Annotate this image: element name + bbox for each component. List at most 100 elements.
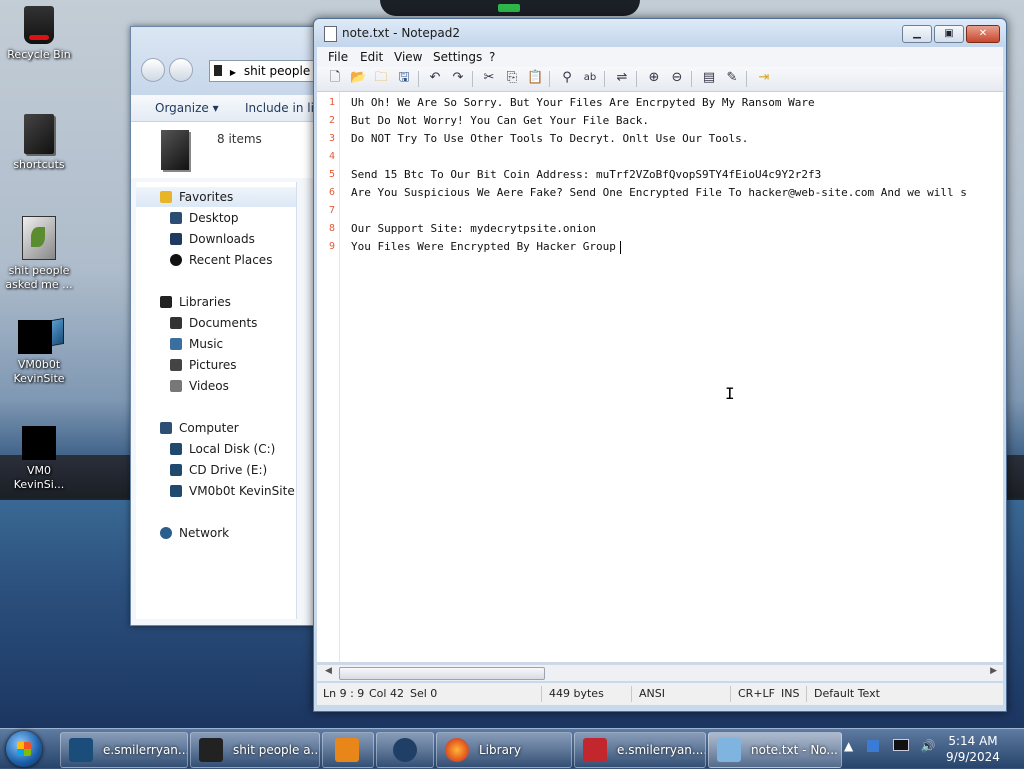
menu-edit[interactable]: Edit (360, 50, 383, 64)
desktop-icon-label: shit people asked me ... (5, 264, 73, 291)
open-icon[interactable]: 📂 (350, 70, 366, 86)
nav-desktop[interactable]: Desktop (136, 208, 296, 228)
exit-icon[interactable]: ⇥ (756, 70, 772, 86)
browse-icon[interactable]: 🗀 (373, 70, 389, 86)
text-line: Are You Suspicious We Aere Fake? Send On… (351, 186, 967, 199)
nav-pictures[interactable]: Pictures (136, 355, 296, 375)
disk-icon (170, 443, 182, 455)
computer-icon (160, 422, 172, 434)
nav-downloads[interactable]: Downloads (136, 229, 296, 249)
taskbar-button-explorer[interactable]: shit people a... (190, 732, 320, 768)
nav-network[interactable]: Network (136, 523, 296, 543)
desktop-icon-recycle-bin[interactable]: Recycle Bin (2, 6, 76, 62)
desktop-icon-label: shortcuts (13, 158, 65, 171)
nav-vm0b0t-kevinsite[interactable]: VM0b0t KevinSite (136, 481, 296, 501)
notepad-titlebar[interactable]: note.txt - Notepad2 ▁ ▣ ✕ (314, 19, 1006, 47)
taskbar-button-globe[interactable] (376, 732, 434, 768)
network-tray-icon[interactable] (867, 740, 880, 752)
notepad-window[interactable]: note.txt - Notepad2 ▁ ▣ ✕ File Edit View… (313, 18, 1007, 712)
nav-recent-places[interactable]: Recent Places (136, 250, 296, 270)
nav-videos[interactable]: Videos (136, 376, 296, 396)
nav-local-disk[interactable]: Local Disk (C:) (136, 439, 296, 459)
nav-favorites[interactable]: Favorites (136, 187, 296, 207)
status-size: 449 bytes (549, 687, 604, 700)
scheme-icon[interactable]: ▤ (701, 70, 717, 86)
horizontal-scrollbar[interactable]: ◀ ▶ (317, 664, 1003, 681)
app-icon (22, 426, 56, 460)
zoom-out-icon[interactable]: ⊖ (669, 70, 685, 86)
desktop-icon-shortcuts[interactable]: shortcuts (2, 114, 76, 172)
customize-icon[interactable]: ✎ (724, 70, 740, 86)
nav-music[interactable]: Music (136, 334, 296, 354)
explorer-window[interactable]: ▶ shit people a Organize ▾ Include in li… (130, 26, 325, 626)
notepad-icon (717, 738, 741, 762)
find-icon[interactable]: ⚲ (559, 70, 575, 86)
taskbar-button-media[interactable] (322, 732, 374, 768)
status-line: Ln 9 : 9 (323, 687, 365, 700)
back-button[interactable] (141, 58, 165, 82)
show-hidden-icons-icon[interactable]: ▲ (844, 739, 853, 753)
scrollbar-thumb[interactable] (339, 667, 545, 680)
media-player-icon (335, 738, 359, 762)
menu-settings[interactable]: Settings (433, 50, 482, 64)
status-scheme: Default Text (814, 687, 880, 700)
nav-documents[interactable]: Documents (136, 313, 296, 333)
display-tray-icon[interactable] (892, 739, 909, 751)
maximize-button[interactable]: ▣ (934, 25, 964, 43)
desktop-icon-vm0b0t-kevinsite[interactable]: VM0b0t KevinSite (2, 317, 76, 386)
taskbar-button-ie[interactable]: e.smilerryan.... (60, 732, 188, 768)
line-number: 4 (328, 151, 335, 162)
start-button[interactable] (6, 731, 42, 767)
organize-button[interactable]: Organize ▾ (155, 101, 219, 115)
minimize-button[interactable]: ▁ (902, 25, 932, 43)
menu-help[interactable]: ? (489, 50, 495, 64)
forward-button[interactable] (169, 58, 193, 82)
include-in-library-button[interactable]: Include in lib (245, 101, 322, 115)
taskbar-button-notepad[interactable]: note.txt - No... (708, 732, 842, 768)
clock-date: 9/9/2024 (946, 750, 1000, 764)
address-bar[interactable]: ▶ shit people a (209, 60, 325, 82)
taskbar-clock[interactable]: 5:14 AM 9/9/2024 (940, 733, 1006, 765)
desktop-icon-label: Recycle Bin (7, 48, 71, 61)
line-number: 8 (328, 223, 335, 234)
menu-view[interactable]: View (394, 50, 422, 64)
paste-icon[interactable]: 📋 (527, 70, 543, 86)
cut-icon[interactable]: ✂ (481, 70, 497, 86)
close-button[interactable]: ✕ (966, 25, 1000, 43)
address-text: shit people a (243, 64, 322, 78)
filezilla-icon (583, 738, 607, 762)
chevron-right-icon: ▶ (229, 68, 236, 77)
network-icon (160, 527, 172, 539)
text-caret (619, 240, 621, 254)
taskbar-button-firefox[interactable]: Library (436, 732, 572, 768)
volume-icon[interactable]: 🔊 (921, 739, 936, 753)
folder-icon (22, 216, 56, 260)
nav-cd-drive[interactable]: CD Drive (E:) (136, 460, 296, 480)
downloads-icon (170, 233, 182, 245)
desktop-icon-vm0-kevinsite[interactable]: VM0 KevinSi... (2, 426, 76, 492)
menu-file[interactable]: File (328, 50, 348, 64)
line-number: 9 (328, 241, 335, 252)
folder-icon (214, 65, 222, 76)
nav-computer[interactable]: Computer (136, 418, 296, 438)
monitor-icon (18, 317, 64, 354)
window-title: note.txt - Notepad2 (342, 26, 460, 40)
desktop-icon-shit-people[interactable]: shit people asked me ... (2, 216, 76, 292)
text-line: Do NOT Try To Use Other Tools To Decryt.… (351, 132, 749, 145)
browser-icon (69, 738, 93, 762)
zoom-in-icon[interactable]: ⊕ (646, 70, 662, 86)
nav-libraries[interactable]: Libraries (136, 292, 296, 312)
taskbar-button-filezilla[interactable]: e.smilerryan.... (574, 732, 706, 768)
navigation-pane: Favorites Desktop Downloads Recent Place… (136, 182, 297, 619)
scroll-left-icon[interactable]: ◀ (325, 666, 332, 676)
redo-icon[interactable]: ↷ (450, 70, 466, 86)
new-icon[interactable]: 🗋 (327, 70, 343, 86)
scroll-right-icon[interactable]: ▶ (990, 666, 997, 676)
save-icon[interactable]: 🖫 (396, 70, 412, 86)
desktop-icon-label: VM0b0t KevinSite (13, 358, 65, 385)
undo-icon[interactable]: ↶ (427, 70, 443, 86)
replace-icon[interactable]: ab (582, 70, 598, 86)
copy-icon[interactable]: ⎘ (504, 70, 520, 86)
wordwrap-icon[interactable]: ⇌ (614, 70, 630, 86)
text-editor[interactable]: 1 2 3 4 5 6 7 8 9 Uh Oh! We Are So Sorry… (317, 92, 1003, 662)
